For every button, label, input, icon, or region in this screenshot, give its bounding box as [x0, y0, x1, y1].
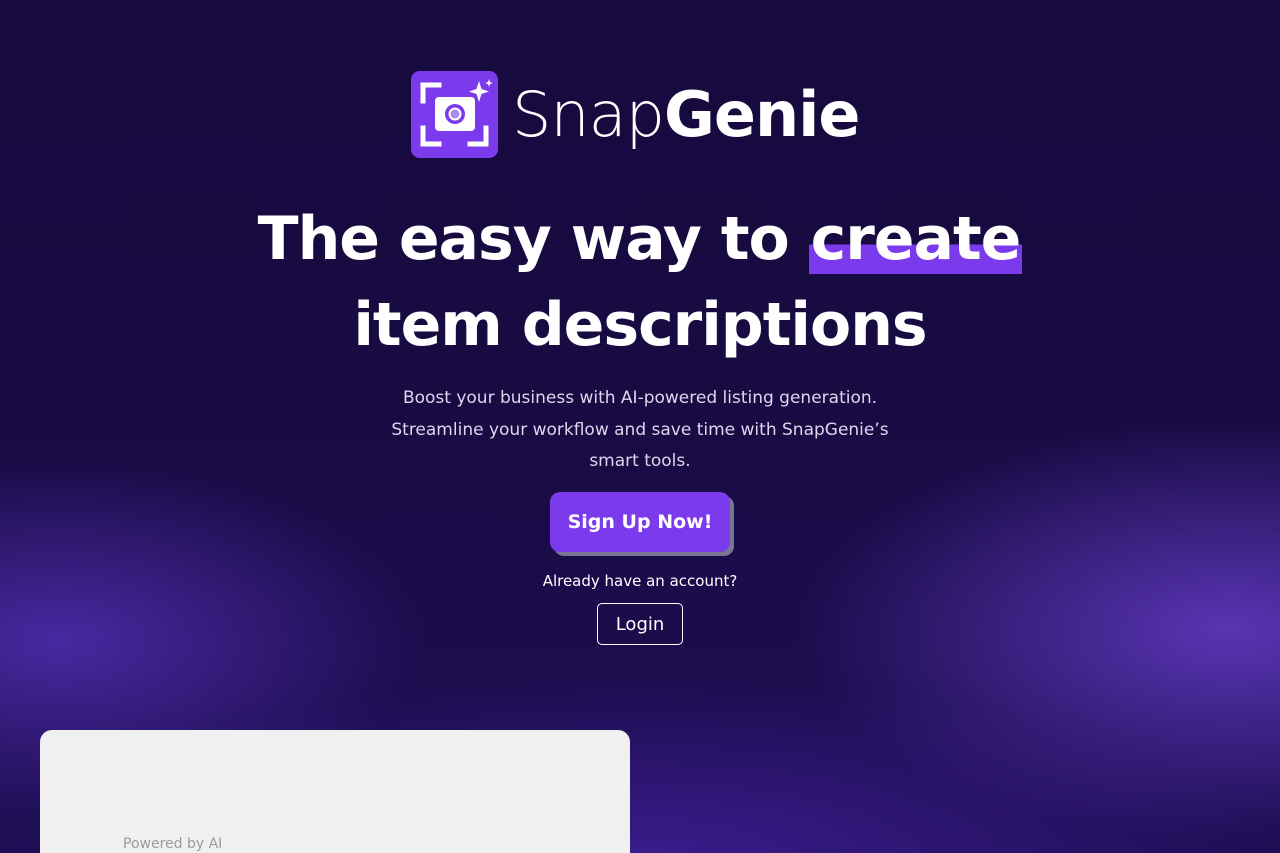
hero-headline: The easy way to create item descriptions: [0, 196, 1280, 368]
brand-name-bold: Genie: [664, 77, 860, 151]
brand-wordmark: SnapGenie: [512, 83, 860, 146]
headline-text-start: The easy way to: [257, 204, 809, 274]
brand-logo[interactable]: SnapGenie: [411, 71, 860, 158]
already-have-account-text: Already have an account?: [542, 572, 738, 590]
camera-sparkle-icon: [411, 71, 498, 158]
headline-text-end: item descriptions: [353, 290, 927, 360]
hero-subtext: Boost your business with AI-powered list…: [360, 383, 920, 478]
landing-page: SnapGenie The easy way to create item de…: [0, 0, 1280, 853]
brand-name-light: Snap: [512, 77, 665, 151]
subtext-line-1: Boost your business with AI-powered list…: [402, 388, 878, 408]
login-button[interactable]: Login: [597, 603, 683, 645]
powered-by-ai-label: Powered by AI: [123, 836, 223, 852]
headline-highlight: create: [808, 204, 1023, 274]
subtext-line-3: smart tools.: [589, 451, 691, 471]
subtext-line-2: Streamline your workflow and save time w…: [391, 419, 889, 440]
preview-card: Powered by AI: [40, 730, 630, 853]
signup-button[interactable]: Sign Up Now!: [550, 492, 730, 552]
